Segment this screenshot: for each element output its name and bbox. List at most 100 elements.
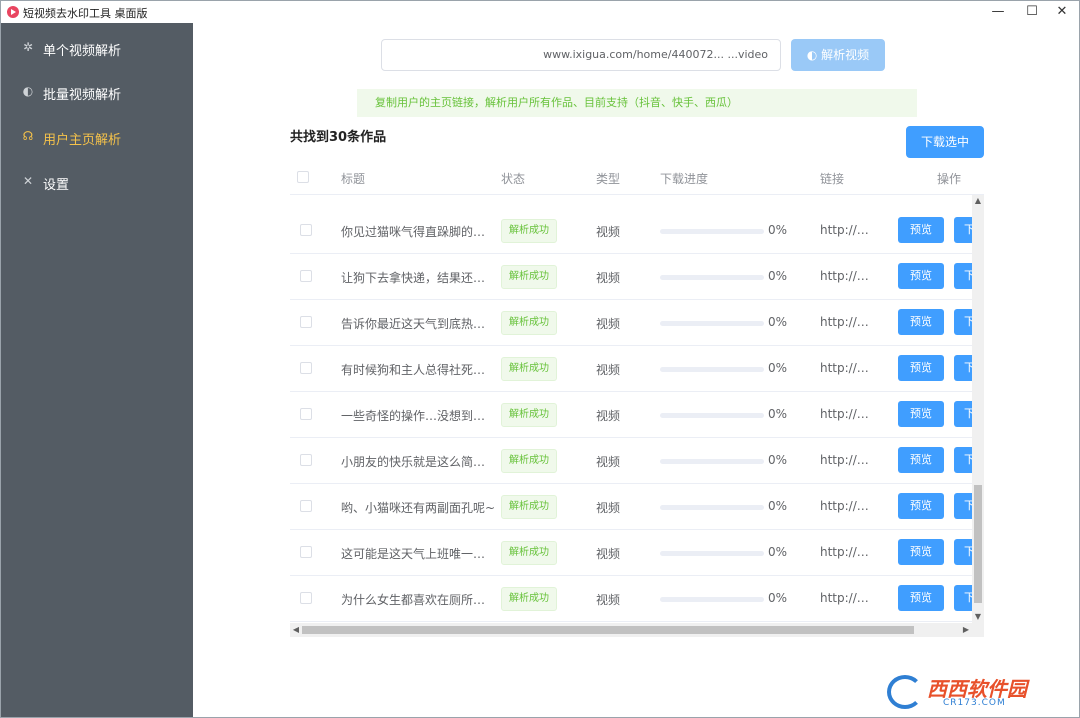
vertical-scroll-thumb[interactable]: [974, 485, 982, 603]
download-button[interactable]: 下: [954, 539, 972, 565]
sidebar-item-label: 批量视频解析: [43, 88, 122, 103]
download-button[interactable]: 下: [954, 217, 972, 243]
watermark: 西西软件园 CR173.COM: [881, 671, 1063, 711]
progress-bar: [660, 321, 764, 326]
download-button[interactable]: 下: [954, 309, 972, 335]
row-link[interactable]: http://…: [820, 223, 869, 237]
preview-button[interactable]: 预览: [898, 493, 944, 519]
progress-text: 0%: [768, 545, 788, 559]
progress-bar: [660, 505, 764, 510]
progress-text: 0%: [768, 499, 788, 513]
progress-text: 0%: [768, 407, 788, 421]
scroll-down-icon[interactable]: ▼: [972, 611, 984, 623]
minimize-button[interactable]: —: [981, 1, 1015, 23]
row-link[interactable]: http://…: [820, 453, 869, 467]
preview-button[interactable]: 预览: [898, 401, 944, 427]
maximize-button[interactable]: ☐: [1015, 1, 1049, 23]
sidebar-item-single-parse[interactable]: ✲ 单个视频解析: [1, 25, 193, 69]
close-button[interactable]: ✕: [1045, 1, 1079, 23]
sidebar-item-label: 单个视频解析: [43, 44, 122, 59]
table-header: 标题 状态 类型 下载进度 链接 操作: [290, 159, 984, 195]
table-row: 告诉你最近这天气到底热… 解析成功 视频 0% http://… 预览下: [290, 300, 972, 346]
progress-text: 0%: [768, 591, 788, 605]
vertical-scrollbar[interactable]: ▲ ▼: [972, 195, 984, 623]
sidebar-item-label: 设置: [43, 178, 70, 193]
sidebar-item-batch-parse[interactable]: ◐ 批量视频解析: [1, 69, 193, 113]
row-type: 视频: [596, 455, 621, 469]
preview-button[interactable]: 预览: [898, 309, 944, 335]
download-button[interactable]: 下: [954, 263, 972, 289]
scroll-up-icon[interactable]: ▲: [972, 195, 984, 207]
status-badge: 解析成功: [501, 311, 557, 335]
row-link[interactable]: http://…: [820, 407, 869, 421]
row-checkbox[interactable]: [300, 408, 312, 420]
horizontal-scrollbar[interactable]: ◀ ▶: [290, 623, 984, 637]
progress-text: 0%: [768, 453, 788, 467]
scroll-right-icon[interactable]: ▶: [960, 624, 972, 636]
parse-video-button[interactable]: ◐ 解析视频: [791, 39, 885, 71]
row-link[interactable]: http://…: [820, 545, 869, 559]
row-link[interactable]: http://…: [820, 361, 869, 375]
status-badge: 解析成功: [501, 449, 557, 473]
row-checkbox[interactable]: [300, 224, 312, 236]
select-all-checkbox[interactable]: [297, 171, 309, 183]
row-checkbox[interactable]: [300, 362, 312, 374]
url-input[interactable]: www.ixigua.com/home/440072... ...video: [381, 39, 781, 71]
row-type: 视频: [596, 593, 621, 607]
row-link[interactable]: http://…: [820, 591, 869, 605]
column-header-link: 链接: [820, 172, 845, 186]
horizontal-scroll-thumb[interactable]: [302, 626, 914, 634]
progress-bar: [660, 597, 764, 602]
watermark-logo-icon: [887, 675, 923, 709]
progress-bar: [660, 275, 764, 280]
sidebar: ✲ 单个视频解析 ◐ 批量视频解析 ☊ 用户主页解析 ✕ 设置: [1, 23, 193, 717]
row-checkbox[interactable]: [300, 270, 312, 282]
preview-button[interactable]: 预览: [898, 447, 944, 473]
sidebar-item-user-home-parse[interactable]: ☊ 用户主页解析: [1, 114, 193, 158]
row-checkbox[interactable]: [300, 546, 312, 558]
download-button[interactable]: 下: [954, 493, 972, 519]
row-type: 视频: [596, 501, 621, 515]
half-circle-icon: ◐: [22, 84, 34, 98]
row-checkbox[interactable]: [300, 500, 312, 512]
download-button[interactable]: 下: [954, 585, 972, 611]
download-button[interactable]: 下: [954, 355, 972, 381]
row-type: 视频: [596, 271, 621, 285]
row-checkbox[interactable]: [300, 454, 312, 466]
table-row: 让狗下去拿快递，结果还… 解析成功 视频 0% http://… 预览下: [290, 254, 972, 300]
status-badge: 解析成功: [501, 587, 557, 611]
preview-button[interactable]: 预览: [898, 217, 944, 243]
download-button[interactable]: 下: [954, 447, 972, 473]
preview-button[interactable]: 预览: [898, 355, 944, 381]
row-checkbox[interactable]: [300, 316, 312, 328]
preview-button[interactable]: 预览: [898, 263, 944, 289]
row-link[interactable]: http://…: [820, 315, 869, 329]
table-row: 小朋友的快乐就是这么简… 解析成功 视频 0% http://… 预览下: [290, 438, 972, 484]
scroll-left-icon[interactable]: ◀: [290, 624, 302, 636]
table-row: 你见过猫咪气得直跺脚的… 解析成功 视频 0% http://… 预览下: [290, 208, 972, 254]
row-title: 哟、小猫咪还有两副面孔呢~: [341, 501, 496, 515]
row-title: 告诉你最近这天气到底热…: [341, 317, 486, 331]
headset-icon: ☊: [22, 129, 34, 143]
preview-button[interactable]: 预览: [898, 585, 944, 611]
row-type: 视频: [596, 225, 621, 239]
row-type: 视频: [596, 317, 621, 331]
progress-bar: [660, 459, 764, 464]
row-title: 有时候狗和主人总得社死…: [341, 363, 486, 377]
gear-icon: ✲: [22, 40, 34, 54]
column-header-type: 类型: [596, 172, 621, 186]
sidebar-item-settings[interactable]: ✕ 设置: [1, 159, 193, 203]
row-type: 视频: [596, 409, 621, 423]
row-title: 这可能是这天气上班唯一…: [341, 547, 486, 561]
row-link[interactable]: http://…: [820, 499, 869, 513]
status-badge: 解析成功: [501, 541, 557, 565]
preview-button[interactable]: 预览: [898, 539, 944, 565]
download-button[interactable]: 下: [954, 401, 972, 427]
watermark-sub-text: CR173.COM: [943, 698, 1006, 708]
row-link[interactable]: http://…: [820, 269, 869, 283]
app-window: 短视频去水印工具 桌面版 — ☐ ✕ ✲ 单个视频解析 ◐ 批量视频解析 ☊ 用…: [0, 0, 1080, 718]
download-selected-button[interactable]: 下载选中: [906, 126, 984, 158]
app-logo-icon: [7, 6, 19, 18]
row-checkbox[interactable]: [300, 592, 312, 604]
column-header-progress: 下载进度: [660, 172, 709, 186]
